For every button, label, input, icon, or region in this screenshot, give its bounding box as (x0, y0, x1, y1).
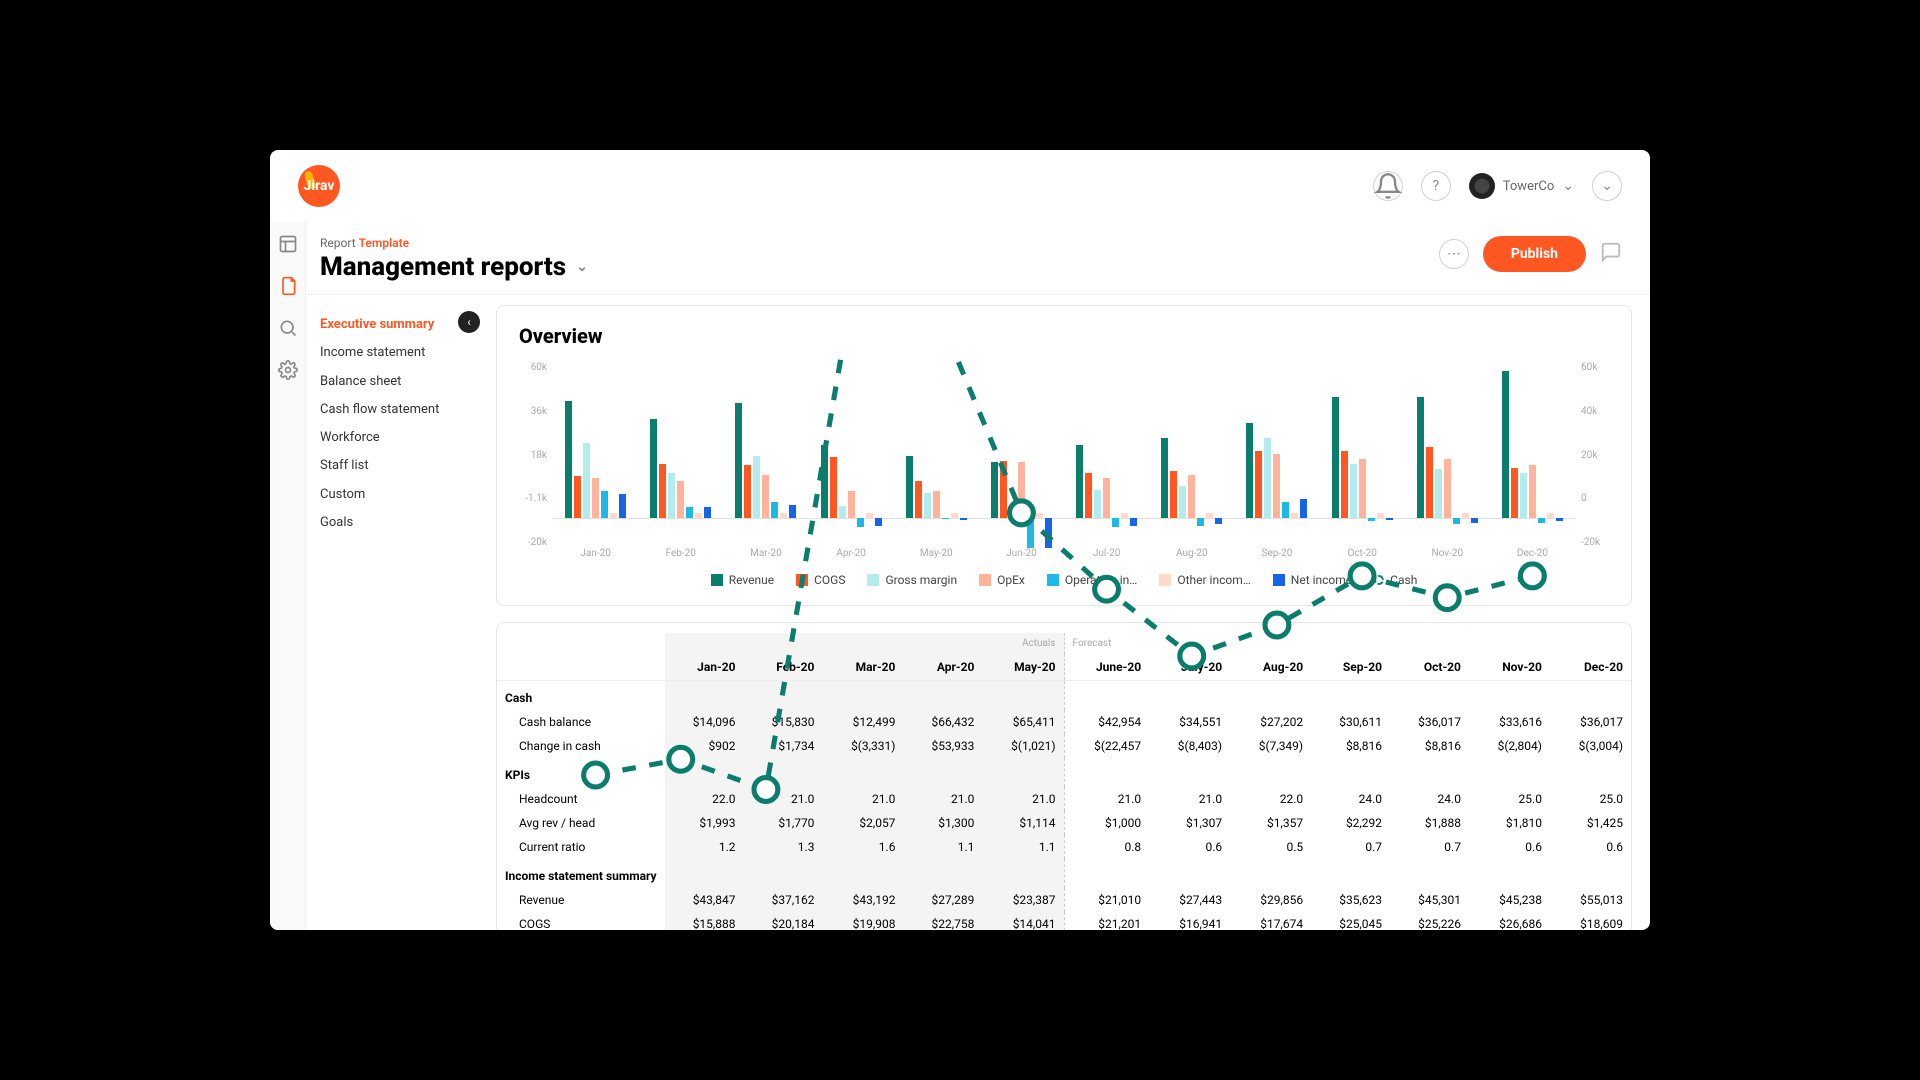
overview-title: Overview (519, 324, 1609, 348)
report-nav-item[interactable]: Goals (320, 509, 460, 537)
y-axis-left: 60k36k18k-1.1k-20k (519, 358, 553, 548)
data-table: ActualsForecastJan-20Feb-20Mar-20Apr-20M… (497, 633, 1631, 930)
dashboard-icon[interactable] (278, 234, 298, 254)
chevron-down-icon[interactable]: ⌄ (576, 259, 588, 275)
chevron-down-icon: ⌄ (1601, 178, 1613, 194)
chart-plot (553, 358, 1575, 548)
legend-item[interactable]: Net income (1273, 573, 1352, 587)
chevron-down-icon: ⌄ (1562, 178, 1574, 194)
collapse-nav-button[interactable]: ‹ (458, 311, 480, 333)
help-icon[interactable]: ? (1421, 171, 1451, 201)
report-nav-item[interactable]: Income statement (320, 339, 460, 367)
report-nav-item[interactable]: Cash flow statement (320, 396, 460, 424)
report-nav-item[interactable]: Custom (320, 481, 460, 509)
nav-rail (270, 222, 306, 930)
report-body: Overview 60k36k18k-1.1k-20k 60k40k20k0-2… (486, 295, 1650, 930)
explore-icon[interactable] (278, 318, 298, 338)
data-table-card: ActualsForecastJan-20Feb-20Mar-20Apr-20M… (496, 622, 1632, 930)
legend-item[interactable]: Gross margin (867, 573, 957, 587)
publish-button[interactable]: Publish (1483, 236, 1586, 272)
legend-item[interactable]: Operating in… (1047, 573, 1137, 587)
legend-item[interactable]: COGS (796, 573, 845, 587)
brand-name: Jirav (304, 178, 335, 194)
app-frame: Jirav ? TowerCo ⌄ ⌄ (270, 150, 1650, 930)
org-name: TowerCo (1503, 179, 1555, 194)
topbar: Jirav ? TowerCo ⌄ ⌄ (270, 150, 1650, 222)
org-switcher[interactable]: TowerCo ⌄ (1469, 173, 1574, 199)
bell-icon[interactable] (1373, 171, 1403, 201)
brand-logo[interactable]: Jirav (298, 165, 340, 207)
comment-icon[interactable] (1600, 241, 1622, 267)
chart-legend: Revenue COGS Gross margin OpEx Operating in…… (519, 573, 1609, 587)
report-nav-item[interactable]: Workforce (320, 424, 460, 452)
settings-icon[interactable] (278, 360, 298, 380)
x-axis: Jan-20Feb-20Mar-20Apr-20May-20Jun-20Jul-… (553, 548, 1575, 559)
breadcrumb: Report Template (320, 236, 588, 250)
page-header: Report Template Management reports ⌄ ⋯ P… (306, 222, 1650, 295)
overview-card: Overview 60k36k18k-1.1k-20k 60k40k20k0-2… (496, 305, 1632, 606)
report-nav-item[interactable]: Executive summary (320, 311, 460, 339)
page-title: Management reports ⌄ (320, 252, 588, 282)
more-icon[interactable]: ⋯ (1439, 239, 1469, 269)
report-nav: ‹ Executive summaryIncome statementBalan… (306, 295, 486, 930)
y-axis-right: 60k40k20k0-20k (1575, 358, 1609, 548)
reports-icon[interactable] (278, 276, 298, 296)
legend-item[interactable]: Revenue (711, 573, 774, 587)
legend-item[interactable]: Other incom… (1159, 573, 1250, 587)
org-avatar-icon (1469, 173, 1495, 199)
legend-item[interactable]: OpEx (979, 573, 1025, 587)
report-nav-item[interactable]: Balance sheet (320, 368, 460, 396)
legend-item[interactable]: Cash (1374, 573, 1417, 587)
user-menu[interactable]: ⌄ (1592, 171, 1622, 201)
overview-chart: 60k36k18k-1.1k-20k 60k40k20k0-20k (519, 358, 1609, 548)
breadcrumb-root: Report (320, 236, 356, 250)
report-nav-item[interactable]: Staff list (320, 452, 460, 480)
page-title-text: Management reports (320, 252, 566, 282)
breadcrumb-template[interactable]: Template (359, 236, 410, 250)
